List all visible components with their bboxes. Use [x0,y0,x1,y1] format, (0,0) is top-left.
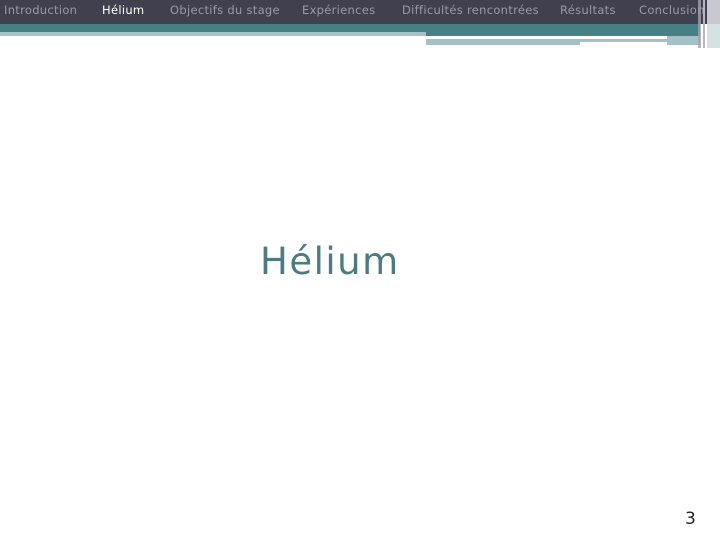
edge-decoration [698,0,701,48]
header-stripe-light-thin [580,39,667,42]
nav-item-helium[interactable]: Hélium [102,3,144,17]
header-stripe-light-lower [426,39,580,45]
header-stripe-light-right [667,36,700,45]
edge-decoration [707,24,720,48]
header-stripe-teal [0,24,700,32]
nav-item-experiences[interactable]: Expériences [302,3,375,17]
nav-item-introduction[interactable]: Introduction [4,3,77,17]
edge-decoration [703,0,705,48]
nav-item-objectifs[interactable]: Objectifs du stage [170,3,280,17]
nav-item-difficultes[interactable]: Difficultés rencontrées [402,3,539,17]
nav-item-conclusion[interactable]: Conclusion [639,3,705,17]
section-nav-bar: Introduction Hélium Objectifs du stage E… [0,0,720,24]
nav-item-resultats[interactable]: Résultats [560,3,616,17]
header-stripe-light-left [0,32,426,36]
page-number: 3 [685,509,696,529]
slide-title: Hélium [260,240,400,283]
